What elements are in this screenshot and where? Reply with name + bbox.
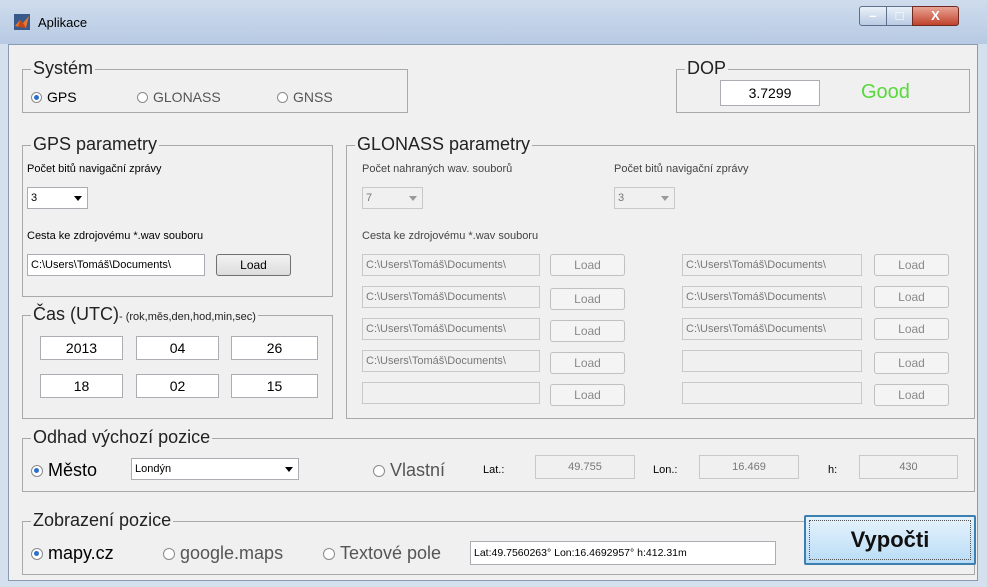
glonass-path-field-2[interactable]: C:\Users\Tomáš\Documents\ bbox=[362, 286, 540, 308]
gps-path-field[interactable]: C:\Users\Tomáš\Documents\ bbox=[27, 254, 205, 276]
time-second-field[interactable]: 15 bbox=[231, 374, 318, 398]
system-panel-title: Systém bbox=[31, 58, 96, 78]
h-field[interactable]: 430 bbox=[859, 455, 958, 479]
estimate-panel: Odhad výchozí pozice Město Londýn Vlastn… bbox=[22, 427, 975, 492]
radio-gnss[interactable]: GNSS bbox=[277, 89, 333, 105]
radio-indicator bbox=[323, 548, 335, 560]
radio-indicator bbox=[163, 548, 175, 560]
lat-label: Lat.: bbox=[483, 464, 505, 476]
maximize-icon: □ bbox=[895, 8, 904, 23]
radio-gps[interactable]: GPS bbox=[31, 89, 77, 105]
time-month-field[interactable]: 04 bbox=[136, 336, 219, 360]
gps-load-button[interactable]: Load bbox=[216, 254, 291, 276]
maximize-button[interactable]: □ bbox=[886, 6, 913, 26]
glonass-path-field-9[interactable] bbox=[682, 350, 862, 372]
radio-indicator bbox=[277, 92, 288, 103]
glonass-load-button-8[interactable]: Load bbox=[874, 318, 949, 340]
glonass-load-button-5[interactable]: Load bbox=[550, 384, 625, 406]
close-icon: X bbox=[931, 8, 940, 23]
glonass-load-button-10[interactable]: Load bbox=[874, 384, 949, 406]
radio-mapy-cz[interactable]: mapy.cz bbox=[31, 543, 114, 563]
time-hour-field[interactable]: 18 bbox=[40, 374, 123, 398]
gps-panel: GPS parametry Počet bitů navigační zpráv… bbox=[22, 134, 333, 297]
system-panel: Systém GPS GLONASS GNSS bbox=[22, 58, 408, 113]
estimate-panel-title: Odhad výchozí pozice bbox=[31, 427, 213, 447]
glonass-load-button-9[interactable]: Load bbox=[874, 352, 949, 374]
glonass-path-field-8[interactable]: C:\Users\Tomáš\Documents\ bbox=[682, 318, 862, 340]
glonass-path-field-4[interactable]: C:\Users\Tomáš\Documents\ bbox=[362, 350, 540, 372]
glonass-path-field-6[interactable]: C:\Users\Tomáš\Documents\ bbox=[682, 254, 862, 276]
radio-indicator bbox=[137, 92, 148, 103]
lon-label: Lon.: bbox=[653, 464, 678, 476]
gps-panel-title: GPS parametry bbox=[31, 134, 160, 154]
glonass-load-button-2[interactable]: Load bbox=[550, 288, 625, 310]
glonass-count-label: Počet nahraných wav. souborů bbox=[362, 163, 513, 175]
radio-indicator bbox=[373, 465, 385, 477]
application-window: Aplikace – □ X Systém GPS GLONASS GNSS D… bbox=[0, 0, 987, 587]
dop-value-field[interactable]: 3.7299 bbox=[720, 80, 820, 106]
gps-path-label: Cesta ke zdrojovému *.wav souboru bbox=[27, 230, 204, 242]
matlab-app-icon bbox=[14, 14, 30, 30]
lat-field[interactable]: 49.755 bbox=[535, 455, 635, 479]
glonass-panel-title: GLONASS parametry bbox=[355, 134, 533, 154]
dop-panel: DOP 3.7299 Good bbox=[676, 58, 970, 113]
radio-google-maps[interactable]: google.maps bbox=[163, 543, 283, 563]
time-year-field[interactable]: 2013 bbox=[40, 336, 123, 360]
result-position-field[interactable]: Lat:49.7560263° Lon:16.4692957° h:412.31… bbox=[470, 541, 776, 565]
glonass-load-button-3[interactable]: Load bbox=[550, 320, 625, 342]
glonass-path-field-5[interactable] bbox=[362, 382, 540, 404]
time-panel: Čas (UTC)- (rok,měs,den,hod,min,sec) 201… bbox=[22, 304, 333, 419]
h-label: h: bbox=[828, 464, 838, 476]
chevron-down-icon bbox=[409, 196, 417, 201]
city-dropdown[interactable]: Londýn bbox=[131, 458, 299, 480]
radio-indicator bbox=[31, 92, 42, 103]
radio-text-field[interactable]: Textové pole bbox=[323, 543, 441, 563]
close-button[interactable]: X bbox=[912, 6, 959, 26]
gps-bits-label: Počet bitů navigační zprávy bbox=[27, 163, 162, 175]
radio-glonass[interactable]: GLONASS bbox=[137, 89, 221, 105]
dop-panel-title: DOP bbox=[685, 58, 729, 78]
glonass-load-button-1[interactable]: Load bbox=[550, 254, 625, 276]
glonass-load-button-6[interactable]: Load bbox=[874, 254, 949, 276]
glonass-path-label: Cesta ke zdrojovému *.wav souboru bbox=[362, 230, 539, 242]
glonass-path-field-10[interactable] bbox=[682, 382, 862, 404]
title-bar: Aplikace – □ X bbox=[0, 0, 987, 44]
time-minute-field[interactable]: 02 bbox=[136, 374, 219, 398]
radio-custom[interactable]: Vlastní bbox=[373, 460, 445, 480]
lon-field[interactable]: 16.469 bbox=[699, 455, 799, 479]
display-panel-title: Zobrazení pozice bbox=[31, 510, 174, 530]
minimize-button[interactable]: – bbox=[859, 6, 887, 26]
chevron-down-icon bbox=[661, 196, 669, 201]
glonass-path-field-3[interactable]: C:\Users\Tomáš\Documents\ bbox=[362, 318, 540, 340]
radio-indicator bbox=[31, 465, 43, 477]
glonass-panel: GLONASS parametry Počet nahraných wav. s… bbox=[346, 134, 975, 419]
time-day-field[interactable]: 26 bbox=[231, 336, 318, 360]
window-title: Aplikace bbox=[38, 15, 88, 30]
glonass-path-field-1[interactable]: C:\Users\Tomáš\Documents\ bbox=[362, 254, 540, 276]
radio-city[interactable]: Město bbox=[31, 460, 97, 480]
glonass-load-button-4[interactable]: Load bbox=[550, 352, 625, 374]
radio-indicator bbox=[31, 548, 43, 560]
time-format-hint: - (rok,měs,den,hod,min,sec) bbox=[119, 311, 256, 323]
glonass-load-button-7[interactable]: Load bbox=[874, 286, 949, 308]
glonass-path-field-7[interactable]: C:\Users\Tomáš\Documents\ bbox=[682, 286, 862, 308]
time-panel-title: Čas (UTC)- (rok,měs,den,hod,min,sec) bbox=[31, 304, 258, 327]
minimize-icon: – bbox=[869, 8, 877, 23]
compute-button[interactable]: Vypočti bbox=[804, 515, 976, 565]
gps-bits-dropdown[interactable]: 3 bbox=[27, 187, 88, 209]
chevron-down-icon bbox=[74, 196, 82, 201]
glonass-bits-dropdown[interactable]: 3 bbox=[614, 187, 675, 209]
client-area: Systém GPS GLONASS GNSS DOP 3.7299 Good … bbox=[8, 44, 978, 581]
chevron-down-icon bbox=[285, 467, 293, 472]
glonass-bits-label: Počet bitů navigační zprávy bbox=[614, 163, 749, 175]
dop-status: Good bbox=[861, 81, 910, 103]
glonass-count-dropdown[interactable]: 7 bbox=[362, 187, 423, 209]
